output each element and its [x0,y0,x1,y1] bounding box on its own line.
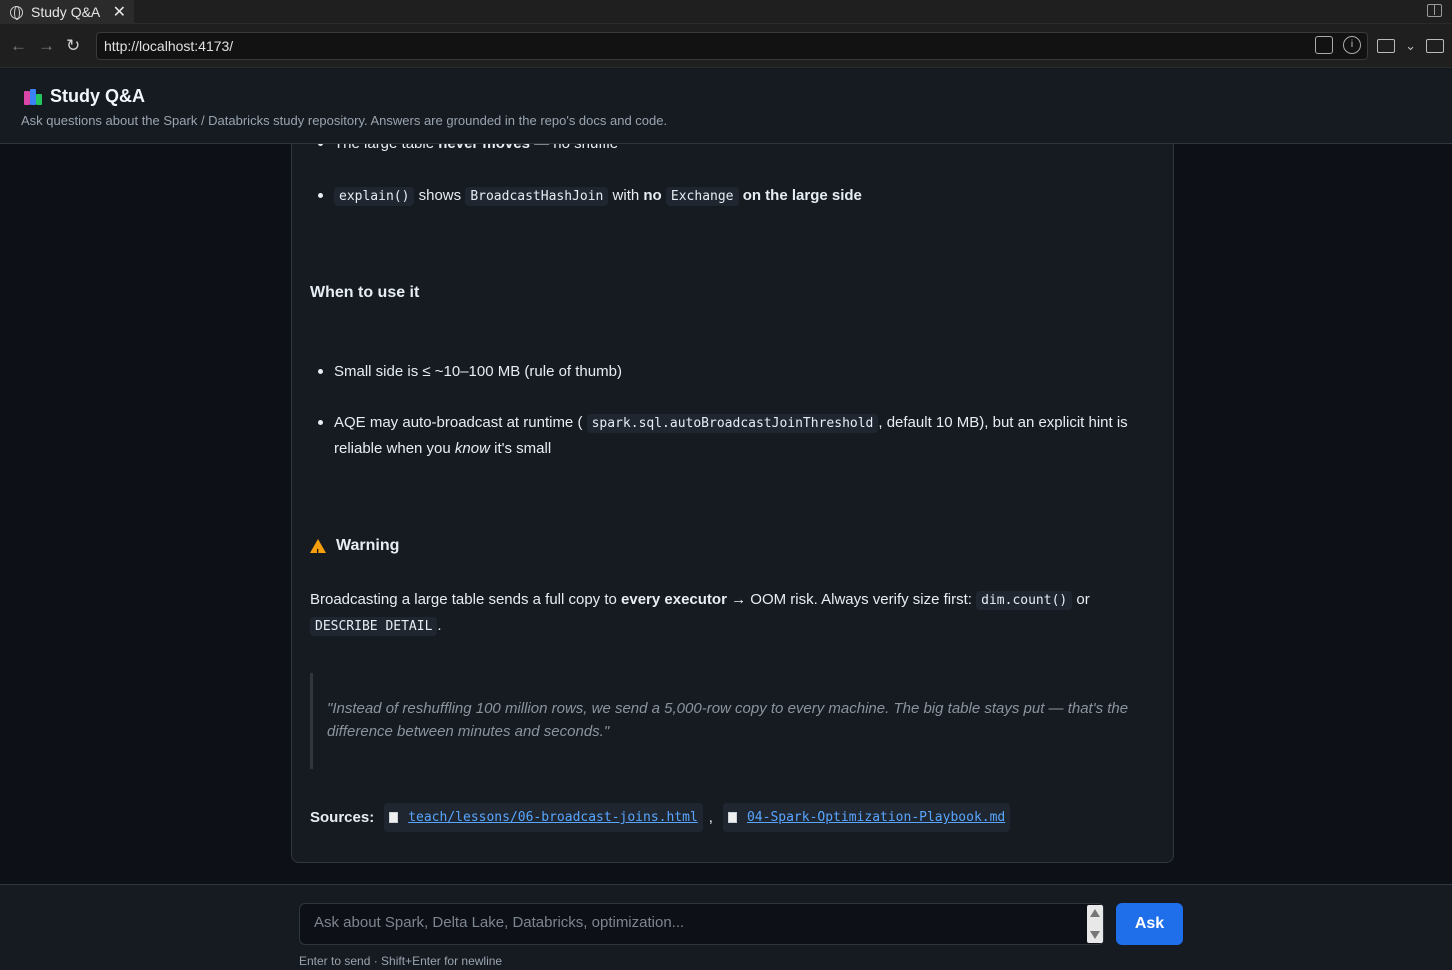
inline-code: spark.sql.autoBroadcastJoinThreshold [586,414,879,433]
answer-content: The large table never moves — no shuffle… [310,144,1150,832]
browser-toolbar: ← → ↻ http://localhost:4173/ i ⌄ [0,24,1452,68]
page-title: Study Q&A [50,86,146,106]
brand: Study Q&A [24,86,145,107]
sidebar-toggle-icon[interactable] [1427,4,1442,17]
cast-icon[interactable] [1377,39,1396,53]
bullet-bold: no [643,187,662,204]
tab-title: Study Q&A [31,4,101,20]
bullet-text: The large table [334,144,438,152]
question-input[interactable] [299,903,1104,945]
url-text: http://localhost:4173/ [104,38,234,54]
bullet-bold: on the large side [742,187,862,204]
chevron-down-icon[interactable]: ⌄ [1405,38,1416,54]
warning-title: Warning [336,537,400,554]
warning-bold: every executor [621,591,727,608]
warning-text: Broadcasting a large table sends a full … [310,591,622,608]
warning-text: → OOM risk. Always verify size first: [726,591,977,608]
ask-button[interactable]: Ask [1116,903,1183,945]
globe-icon [10,5,23,20]
extensions-icon[interactable] [1426,39,1444,53]
when-bullets: Small side is ≤ ~10–100 MB (rule of thum… [310,359,1150,461]
inline-code: explain() [334,187,415,206]
top-bullets: The large table never moves — no shuffle… [310,144,1150,209]
list-item: The large table never moves — no shuffle [310,144,1150,157]
sources: Sources: teach/lessons/06-broadcast-join… [310,803,1150,832]
source-chip[interactable]: 04-Spark-Optimization-Playbook.md [722,803,1011,832]
list-item: Small side is ≤ ~10–100 MB (rule of thum… [310,359,1150,384]
bullet-text: — no shuffle [530,144,618,152]
forward-icon[interactable]: → [38,36,55,56]
chat-area[interactable]: The large table never moves — no shuffle… [0,144,1452,884]
info-icon[interactable]: i [1343,36,1361,54]
section-heading: When to use it [310,284,420,301]
textarea-scroll-arrows[interactable] [1087,905,1103,943]
bullet-text: AQE may auto-broadcast at runtime ( [334,414,583,431]
back-icon[interactable]: ← [10,36,27,56]
document-icon [389,812,399,823]
warning-paragraph: Broadcasting a large table sends a full … [310,587,1150,639]
scroll-up-icon[interactable] [1090,909,1100,917]
page-subtitle: Ask questions about the Spark / Databric… [21,113,668,128]
source-link[interactable]: 04-Spark-Optimization-Playbook.md [747,805,1005,830]
bullet-text: shows [414,187,466,204]
reload-icon[interactable]: ↻ [66,36,80,56]
bullet-text: it's small [489,440,552,457]
sources-separator: , [708,809,713,826]
warning-text: or [1072,591,1090,608]
sources-label: Sources: [310,809,375,826]
list-item: explain() shows BroadcastHashJoin with n… [310,183,1150,209]
bullet-text: with [608,187,644,204]
source-link[interactable]: teach/lessons/06-broadcast-joins.html [408,805,698,830]
blockquote: "Instead of reshuffling 100 million rows… [310,673,1150,769]
bullet-bold: never moves [438,144,530,152]
inline-code: Exchange [665,187,739,206]
tabs-icon[interactable] [1315,36,1333,54]
answer-card: The large table never moves — no shuffle… [291,144,1174,863]
inline-code: BroadcastHashJoin [465,187,609,206]
inline-code: DESCRIBE DETAIL [310,617,438,636]
source-chip[interactable]: teach/lessons/06-broadcast-joins.html [384,803,703,832]
inline-code: dim.count() [976,591,1073,610]
app-header: Study Q&A Ask questions about the Spark … [0,68,1452,144]
warning-heading: Warning [310,533,1150,566]
browser-tab[interactable]: Study Q&A ✕ [0,0,134,24]
list-item: AQE may auto-broadcast at runtime ( spar… [310,410,1150,461]
warning-text: . [437,617,442,634]
books-icon [24,88,42,105]
input-hint: Enter to send · Shift+Enter for newline [299,954,503,968]
url-bar[interactable]: http://localhost:4173/ i [96,32,1368,60]
warning-icon [310,538,326,566]
browser-tab-bar: Study Q&A ✕ [0,0,1452,24]
close-tab-icon[interactable]: ✕ [113,2,126,22]
scroll-down-icon[interactable] [1090,931,1100,939]
composer: Ask Enter to send · Shift+Enter for newl… [0,884,1452,970]
document-icon [727,812,737,823]
bullet-emphasis: know [454,440,490,457]
